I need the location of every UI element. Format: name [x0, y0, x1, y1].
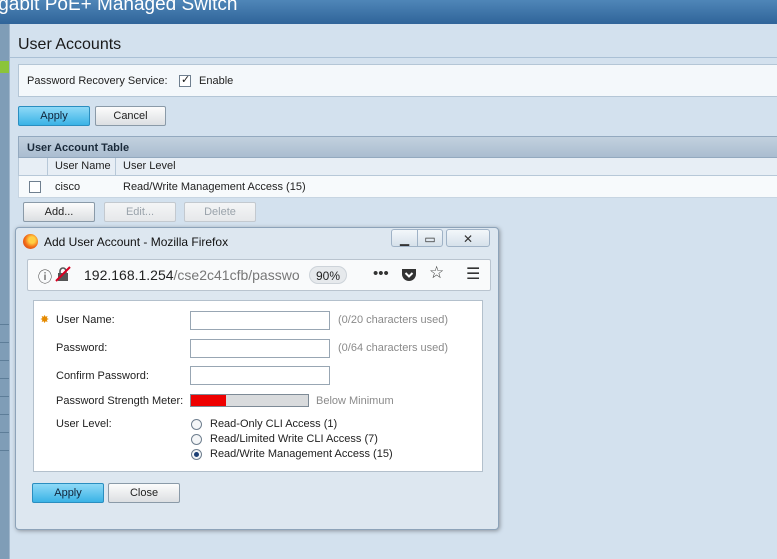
maximize-button[interactable]: ▭: [417, 229, 443, 247]
close-window-button[interactable]: ✕: [446, 229, 490, 247]
password-hint: (0/64 characters used): [338, 342, 449, 354]
minimize-icon: ▁: [399, 232, 410, 246]
cell-user-name: cisco: [55, 181, 81, 193]
left-nav-strip: [0, 24, 9, 559]
password-strength-meter: [190, 394, 309, 407]
user-level-option-3[interactable]: Read/Write Management Access (15): [210, 448, 393, 460]
hamburger-menu-icon[interactable]: ☰: [466, 264, 480, 284]
more-icon[interactable]: •••: [373, 265, 389, 282]
user-level-radio-3[interactable]: [191, 449, 202, 460]
password-recovery-checkbox[interactable]: [179, 73, 191, 87]
minimize-button[interactable]: ▁: [391, 229, 417, 247]
url-bar[interactable]: ⓘ 192.168.1.254/cse2c41cfb/passwo 90% ••…: [27, 259, 491, 291]
strength-status: Below Minimum: [316, 395, 394, 407]
user-level-option-2[interactable]: Read/Limited Write CLI Access (7): [210, 433, 378, 445]
password-input[interactable]: [190, 339, 330, 358]
url-text[interactable]: 192.168.1.254/cse2c41cfb/passwo: [84, 267, 300, 283]
delete-user-button[interactable]: Delete: [184, 202, 256, 222]
app-banner: igabit PoE+ Managed Switch: [0, 0, 777, 24]
column-divider: [47, 158, 48, 176]
zoom-indicator[interactable]: 90%: [309, 266, 347, 284]
page-title: User Accounts: [18, 36, 122, 53]
nav-divider: [0, 324, 9, 325]
column-header-user-level: User Level: [123, 160, 176, 172]
firefox-logo-icon: [23, 234, 38, 249]
nav-divider: [0, 396, 9, 397]
maximize-icon: ▭: [424, 232, 436, 246]
add-user-button[interactable]: Add...: [23, 202, 95, 222]
nav-highlight: [0, 61, 9, 73]
strength-meter-label: Password Strength Meter:: [56, 395, 184, 407]
info-icon[interactable]: ⓘ: [38, 267, 52, 287]
nav-divider: [0, 432, 9, 433]
popup-apply-button[interactable]: Apply: [32, 483, 104, 503]
user-level-radio-1[interactable]: [191, 419, 202, 430]
add-user-form: ✸ User Name: (0/20 characters used) Pass…: [33, 300, 483, 472]
edit-user-button[interactable]: Edit...: [104, 202, 176, 222]
user-name-input[interactable]: [190, 311, 330, 330]
apply-button[interactable]: Apply: [18, 106, 90, 126]
cancel-button[interactable]: Cancel: [95, 106, 166, 126]
cell-user-level: Read/Write Management Access (15): [123, 181, 306, 193]
app-title: igabit PoE+ Managed Switch: [0, 0, 238, 15]
user-level-label: User Level:: [56, 418, 112, 430]
confirm-password-label: Confirm Password:: [56, 370, 149, 382]
password-recovery-label: Password Recovery Service:: [27, 75, 168, 87]
pocket-icon[interactable]: [401, 268, 417, 282]
url-host: 192.168.1.254: [84, 267, 174, 283]
url-path: /cse2c41cfb/passwo: [173, 267, 300, 283]
column-divider: [115, 158, 116, 176]
window-titlebar[interactable]: Add User Account - Mozilla Firefox ▁ ▭ ✕: [16, 228, 498, 255]
user-level-option-1[interactable]: Read-Only CLI Access (1): [210, 418, 337, 430]
required-marker-icon: ✸: [40, 314, 50, 326]
user-account-table: User Account Table User Name User Level …: [18, 136, 777, 222]
table-title: User Account Table: [18, 136, 777, 158]
nav-divider: [0, 378, 9, 379]
window-title: Add User Account - Mozilla Firefox: [44, 235, 229, 249]
popup-close-button[interactable]: Close: [108, 483, 180, 503]
table-row[interactable]: cisco Read/Write Management Access (15): [18, 176, 777, 198]
close-icon: ✕: [462, 232, 474, 246]
user-level-radio-2[interactable]: [191, 434, 202, 445]
row-select-checkbox[interactable]: [29, 181, 41, 193]
insecure-lock-icon[interactable]: [55, 266, 71, 282]
password-recovery-panel: Password Recovery Service: Enable: [18, 64, 777, 97]
nav-divider: [0, 360, 9, 361]
nav-divider: [0, 342, 9, 343]
bookmark-star-icon[interactable]: ☆: [429, 263, 444, 283]
add-user-popup-window: Add User Account - Mozilla Firefox ▁ ▭ ✕…: [15, 227, 499, 530]
password-recovery-enable-label: Enable: [199, 75, 234, 87]
user-name-label: User Name:: [56, 314, 115, 326]
table-header-row: User Name User Level: [18, 158, 777, 176]
user-name-hint: (0/20 characters used): [338, 314, 449, 326]
strength-meter-fill: [191, 395, 227, 406]
nav-divider: [0, 450, 9, 451]
column-header-user-name: User Name: [55, 160, 111, 172]
nav-divider: [0, 414, 9, 415]
title-divider: [10, 57, 777, 58]
password-label: Password:: [56, 342, 108, 354]
confirm-password-input[interactable]: [190, 366, 330, 385]
